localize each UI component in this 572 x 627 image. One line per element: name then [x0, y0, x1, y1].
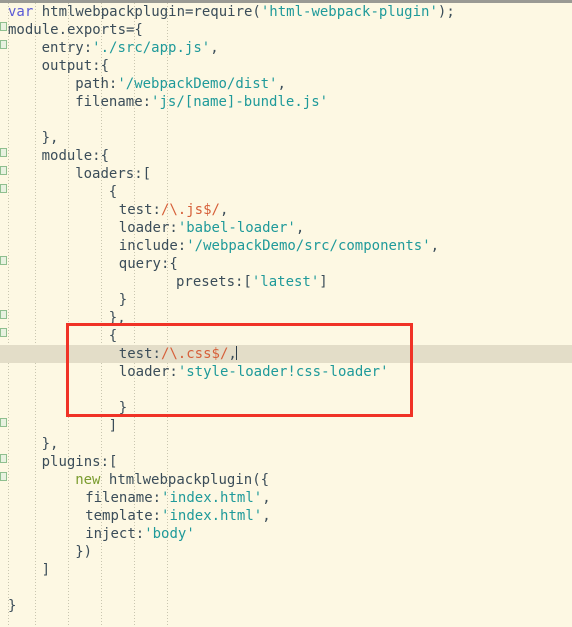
code-token: ]: [108, 418, 118, 434]
code-line[interactable]: query:{: [0, 255, 572, 273]
code-token: 'js/[name]-bundle.js': [151, 94, 329, 110]
code-editor[interactable]: var htmlwebpackplugin=require('html-webp…: [0, 0, 572, 627]
code-line[interactable]: {: [0, 327, 572, 345]
code-line[interactable]: loader:'babel-loader',: [0, 219, 572, 237]
code-line[interactable]: test:/\.css$/,: [0, 345, 572, 363]
code-token: ,: [277, 76, 286, 92]
code-token: new: [75, 472, 109, 488]
code-token: 'html-webpack-plugin': [260, 4, 438, 20]
code-token: 'body': [144, 526, 195, 542]
code-token: include:: [118, 238, 187, 254]
code-line[interactable]: ]: [0, 561, 572, 579]
code-token: ]: [319, 274, 328, 290]
code-token: ,: [210, 40, 219, 56]
code-token: loader:: [118, 364, 178, 380]
code-token: '/webpackDemo/dist': [117, 76, 278, 92]
code-token: {: [108, 184, 118, 200]
code-token: entry:: [41, 40, 93, 56]
code-line[interactable]: module:{: [0, 147, 572, 165]
code-token: loaders:[: [75, 166, 152, 182]
code-line[interactable]: loaders:[: [0, 165, 572, 183]
code-line[interactable]: new htmlwebpackplugin({: [0, 471, 572, 489]
code-token: '/webpackDemo/src/components': [186, 238, 431, 254]
code-token: },: [41, 436, 59, 452]
code-line[interactable]: inject:'body': [0, 525, 572, 543]
code-token: filename:: [85, 490, 162, 506]
code-line[interactable]: filename:'js/[name]-bundle.js': [0, 93, 572, 111]
code-line[interactable]: output:{: [0, 57, 572, 75]
code-token: }: [118, 292, 128, 308]
code-token: /\.js$/: [160, 202, 220, 218]
code-line[interactable]: loader:'style-loader!css-loader': [0, 363, 572, 381]
code-token: ,: [219, 202, 229, 218]
code-token: presets:[: [176, 274, 252, 290]
code-token: var: [8, 4, 42, 20]
code-token: module.exports={: [8, 22, 143, 38]
code-line[interactable]: ]: [0, 417, 572, 435]
code-line[interactable]: [0, 579, 572, 597]
code-token: 'style-loader!css-loader': [177, 364, 389, 380]
code-token: },: [41, 130, 59, 146]
code-token: },: [108, 310, 126, 326]
code-token: test:: [118, 346, 161, 362]
code-line[interactable]: },: [0, 129, 572, 147]
code-line[interactable]: }: [0, 597, 572, 615]
code-line[interactable]: [0, 111, 572, 129]
code-token: filename:: [75, 94, 152, 110]
code-line[interactable]: module.exports={: [0, 21, 572, 39]
code-token: module:{: [41, 148, 110, 164]
code-token: htmlwebpackplugin=require(: [41, 4, 261, 20]
code-token: output:{: [41, 58, 110, 74]
code-token: inject:: [85, 526, 145, 542]
code-token: {: [108, 328, 118, 344]
code-token: /\.css$/: [160, 346, 229, 362]
code-token: ,: [262, 490, 271, 506]
code-line[interactable]: }: [0, 399, 572, 417]
code-token: ,: [262, 508, 271, 524]
code-line[interactable]: test:/\.js$/,: [0, 201, 572, 219]
code-line[interactable]: },: [0, 435, 572, 453]
code-line[interactable]: var htmlwebpackplugin=require('html-webp…: [0, 3, 572, 21]
code-line[interactable]: include:'/webpackDemo/src/components',: [0, 237, 572, 255]
code-token: query:{: [118, 256, 178, 272]
code-token: 'index.html': [161, 508, 263, 524]
code-token: ]: [41, 562, 51, 578]
code-token: 'babel-loader': [177, 220, 296, 236]
code-line[interactable]: entry:'./src/app.js',: [0, 39, 572, 57]
code-token: 'index.html': [161, 490, 263, 506]
code-line[interactable]: template:'index.html',: [0, 507, 572, 525]
code-token: './src/app.js': [92, 40, 211, 56]
code-line[interactable]: },: [0, 309, 572, 327]
code-token: plugins:[: [41, 454, 118, 470]
code-line[interactable]: }: [0, 291, 572, 309]
code-line[interactable]: {: [0, 183, 572, 201]
code-line[interactable]: presets:['latest']: [0, 273, 572, 291]
code-token: }): [75, 544, 93, 560]
code-token: }: [118, 400, 128, 416]
code-token: path:: [75, 76, 118, 92]
code-line[interactable]: plugins:[: [0, 453, 572, 471]
code-token: ,: [430, 238, 440, 254]
code-line[interactable]: filename:'index.html',: [0, 489, 572, 507]
text-caret: [235, 346, 237, 360]
code-token: );: [437, 4, 455, 20]
code-token: template:: [85, 508, 162, 524]
code-line[interactable]: path:'/webpackDemo/dist',: [0, 75, 572, 93]
code-token: test:: [118, 202, 161, 218]
code-line[interactable]: [0, 381, 572, 399]
code-token: }: [8, 598, 17, 614]
code-token: ,: [295, 220, 305, 236]
code-token: 'latest': [251, 274, 320, 290]
code-line[interactable]: }): [0, 543, 572, 561]
code-token: loader:: [118, 220, 178, 236]
code-token: htmlwebpackplugin({: [108, 472, 270, 488]
